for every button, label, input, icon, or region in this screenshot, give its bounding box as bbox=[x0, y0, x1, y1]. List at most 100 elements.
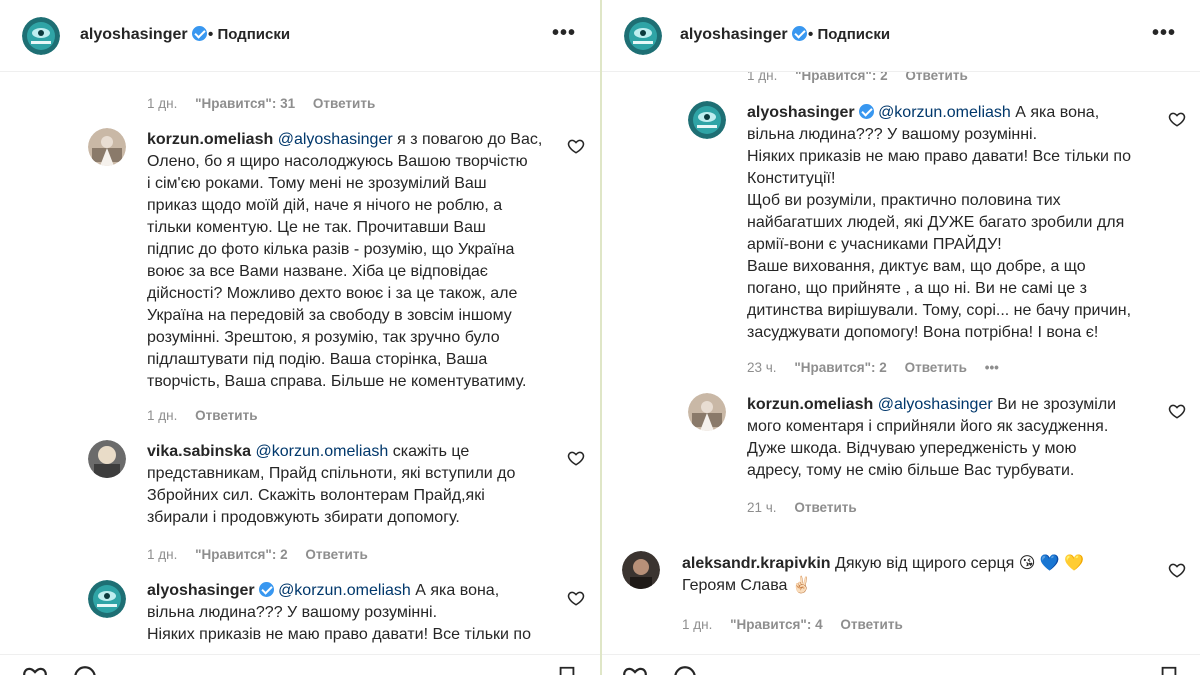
comment-mention[interactable]: @alyoshasinger bbox=[878, 396, 993, 413]
footer-divider bbox=[602, 654, 1200, 655]
like-heart-icon[interactable] bbox=[567, 449, 585, 467]
comment-time: 23 ч. bbox=[747, 360, 777, 375]
save-bookmark-icon[interactable] bbox=[1158, 664, 1180, 675]
comment-line: творчість, Ваша справа. Більше не комент… bbox=[147, 373, 527, 390]
comment-username[interactable]: alyoshasinger bbox=[747, 104, 855, 121]
reply-button[interactable]: Ответить bbox=[905, 360, 967, 375]
comment-line: армії-вони є учасниками ПРАЙДУ! bbox=[747, 236, 1002, 253]
comment-time: 21 ч. bbox=[747, 500, 777, 515]
comment-line: Дякую від щирого серця 😘 💙 💛 bbox=[834, 555, 1085, 572]
comment-line: дійсності? Можливо дехто воює і за це та… bbox=[147, 285, 518, 302]
like-post-heart-icon[interactable] bbox=[622, 664, 648, 675]
reply-button[interactable]: Ответить bbox=[195, 408, 257, 423]
alyoshasinger-avatar[interactable] bbox=[88, 580, 126, 618]
comment-body: aleksandr.krapivkin Дякую від щирого сер… bbox=[682, 553, 1152, 597]
comment-time: 1 дн. bbox=[682, 617, 713, 632]
comment-line: скажіть це bbox=[392, 443, 470, 460]
comment-username[interactable]: korzun.omeliash bbox=[747, 396, 873, 413]
comment-line: підпис до фото кілька разів - розумію, щ… bbox=[147, 241, 515, 258]
comment-mention[interactable]: @korzun.omeliash bbox=[256, 443, 389, 460]
comment-line: Конституції! bbox=[747, 170, 836, 187]
reply-button[interactable]: Ответить bbox=[305, 547, 367, 562]
comment-line: Ви не зрозуміли bbox=[997, 396, 1117, 413]
comment-username[interactable]: korzun.omeliash bbox=[147, 131, 273, 148]
header-separator: • bbox=[808, 26, 814, 43]
comment-time: 1 дн. bbox=[147, 408, 178, 423]
comment-line: мого коментаря і сприйняли його як засуд… bbox=[747, 418, 1109, 435]
like-heart-icon[interactable] bbox=[1168, 110, 1186, 128]
comment-likes[interactable]: "Нравится": 2 bbox=[195, 547, 287, 562]
following-status[interactable]: • Подписки bbox=[808, 26, 890, 43]
more-options-icon[interactable]: ••• bbox=[552, 22, 576, 45]
reply-button[interactable]: Ответить bbox=[313, 96, 375, 111]
save-bookmark-icon[interactable] bbox=[556, 664, 578, 675]
more-options-icon[interactable]: ••• bbox=[1152, 22, 1176, 45]
alyoshasinger-avatar[interactable] bbox=[624, 17, 662, 55]
korzun-avatar[interactable] bbox=[88, 128, 126, 166]
comment-likes[interactable]: "Нравится": 2 bbox=[794, 360, 886, 375]
comment-line: Героям Слава ✌🏻 bbox=[682, 577, 812, 594]
comment-line: Ніяких приказів не маю право давати! Все… bbox=[747, 148, 1131, 165]
comment-username[interactable]: vika.sabinska bbox=[147, 443, 251, 460]
korzun-avatar[interactable] bbox=[688, 393, 726, 431]
alyoshasinger-avatar[interactable] bbox=[688, 101, 726, 139]
comment-line: тільки коментую. Це не так. Прочитавши В… bbox=[147, 219, 486, 236]
comment-bubble-icon[interactable] bbox=[72, 664, 98, 675]
comment-line: А яка вона, bbox=[1015, 104, 1100, 121]
comment-bubble-icon[interactable] bbox=[672, 664, 698, 675]
like-heart-icon[interactable] bbox=[567, 137, 585, 155]
comment-likes[interactable]: "Нравится": 31 bbox=[195, 96, 295, 111]
comment-line: вільна людина??? У вашому розумінні. bbox=[747, 126, 1038, 143]
following-label[interactable]: Подписки bbox=[217, 26, 290, 43]
reply-button[interactable]: Ответить bbox=[794, 500, 856, 515]
comment-line: найбагатших людей, які ДУЖЕ багато зроби… bbox=[747, 214, 1125, 231]
comment-line: представникам, Прайд спільноти, які всту… bbox=[147, 465, 516, 482]
header-username-text[interactable]: alyoshasinger bbox=[680, 26, 788, 43]
comment-username[interactable]: aleksandr.krapivkin bbox=[682, 555, 831, 572]
comment-body: vika.sabinska @korzun.omeliash скажіть ц… bbox=[147, 441, 567, 529]
footer-divider bbox=[0, 654, 600, 655]
comment-meta: 1 дн. "Нравится": 4 Ответить bbox=[682, 617, 917, 632]
like-post-heart-icon[interactable] bbox=[22, 664, 48, 675]
comment-line: Збройних сил. Скажіть волонтерам Прайд,я… bbox=[147, 487, 485, 504]
comment-more-icon[interactable]: ••• bbox=[985, 360, 999, 375]
comment-line: я з повагою до Вас, bbox=[397, 131, 543, 148]
aleksandr-avatar[interactable] bbox=[622, 551, 660, 589]
comment-line: Щоб ви розуміли, практично половина тих bbox=[747, 192, 1061, 209]
like-heart-icon[interactable] bbox=[1168, 402, 1186, 420]
comment-line: адресу, тому не смію більше Вас турбуват… bbox=[747, 462, 1075, 479]
comment-line: і сім'єю роками. Тому мені не зрозумілий… bbox=[147, 175, 487, 192]
comment-body: alyoshasinger @korzun.omeliash А яка вон… bbox=[747, 102, 1167, 344]
header-username[interactable]: alyoshasinger bbox=[680, 26, 807, 44]
alyoshasinger-avatar[interactable] bbox=[22, 17, 60, 55]
header-separator: • bbox=[208, 26, 214, 43]
post-header: alyoshasinger • Подписки ••• bbox=[602, 0, 1200, 72]
vika-avatar[interactable] bbox=[88, 440, 126, 478]
following-status[interactable]: • Подписки bbox=[208, 26, 290, 43]
header-username[interactable]: alyoshasinger bbox=[80, 26, 207, 44]
comment-mention[interactable]: @alyoshasinger bbox=[278, 131, 393, 148]
like-heart-icon[interactable] bbox=[1168, 561, 1186, 579]
comment-mention[interactable]: @korzun.omeliash bbox=[278, 582, 411, 599]
comment-body: korzun.omeliash @alyoshasinger Ви не зро… bbox=[747, 394, 1167, 482]
comment-meta: 1 дн. "Нравится": 31 Ответить bbox=[147, 96, 389, 111]
comment-line: Ваше виховання, диктує вам, що добре, а … bbox=[747, 258, 1086, 275]
verified-badge-icon bbox=[791, 26, 807, 41]
comment-line: погано, що прийняте , а що ні. Ви не сам… bbox=[747, 280, 1087, 297]
like-heart-icon[interactable] bbox=[567, 589, 585, 607]
header-username-text[interactable]: alyoshasinger bbox=[80, 26, 188, 43]
verified-badge-icon bbox=[858, 104, 874, 119]
comment-body: alyoshasinger @korzun.omeliash А яка вон… bbox=[147, 580, 567, 646]
comment-line: приказ щодо моїй дій, наче я нічого не р… bbox=[147, 197, 503, 214]
comment-line: збирали і продовжують збирати допомогу. bbox=[147, 509, 460, 526]
comment-time: 1 дн. bbox=[147, 547, 178, 562]
comment-likes[interactable]: "Нравится": 4 bbox=[730, 617, 822, 632]
comment-line: вільна людина??? У вашому розумінні. bbox=[147, 604, 438, 621]
reply-button[interactable]: Ответить bbox=[840, 617, 902, 632]
verified-badge-icon bbox=[191, 26, 207, 41]
following-label[interactable]: Подписки bbox=[817, 26, 890, 43]
comment-username[interactable]: alyoshasinger bbox=[147, 582, 255, 599]
comment-meta: 21 ч. Ответить bbox=[747, 500, 871, 515]
comment-line: підлаштувати під подію. Ваша сторінка, В… bbox=[147, 351, 488, 368]
comment-mention[interactable]: @korzun.omeliash bbox=[878, 104, 1011, 121]
